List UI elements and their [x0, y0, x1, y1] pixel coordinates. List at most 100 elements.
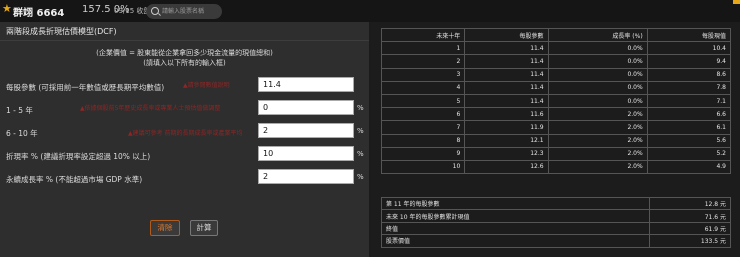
eps-label: 每股參數 (可採用前一年數值或歷長期平均數值): [6, 83, 165, 92]
dcf-form-panel: 兩階段成長折現估價模型(DCF) (企業價值 = 股東能從企業拿回多少現金流量的…: [0, 22, 369, 257]
table-cell: 2.0%: [547, 107, 648, 122]
table-cell: 3: [380, 67, 466, 82]
corner-marker: [733, 0, 740, 4]
table-row: 1 11.4 0.0% 10.4: [380, 41, 732, 56]
percent-unit: %: [357, 104, 364, 112]
summary-value: 61.9 元: [649, 221, 731, 236]
table-cell: 0.0%: [547, 80, 648, 95]
table-cell: 9: [380, 146, 466, 161]
table-cell: 8: [380, 133, 466, 148]
summary-value: 71.6 元: [649, 209, 731, 223]
table-cell: 2.0%: [547, 133, 648, 148]
discount-rate-label: 折現率 % (建議折現率設定超過 10% 以上): [6, 152, 151, 161]
table-cell: 11.4: [464, 93, 549, 109]
growth-6-10-note: ▲建議可參考 前期的長期成長率或產業平均: [128, 130, 243, 137]
table-cell: 7.8: [646, 80, 732, 95]
summary-label: 第 11 年的每股參數: [381, 196, 650, 211]
stock-name: 群翊 6664: [13, 8, 65, 19]
summary-table: 第 11 年的每股參數 12.8 元未來 10 年的每股參數累計現值 71.6 元終…: [381, 196, 731, 248]
table-cell: 11.9: [464, 120, 549, 135]
table-row: 2 11.4 0.0% 9.4: [380, 54, 732, 69]
table-cell: 7: [380, 120, 466, 135]
table-row: 9 12.3 2.0% 5.2: [380, 146, 732, 161]
search-input[interactable]: [162, 6, 218, 17]
summary-row: 股票價值 133.5 元: [381, 234, 731, 248]
results-panel: 未來十年 每股參數 成長率 (%) 每股現值 1 11.4 0.0% 10.4 2 11.…: [371, 22, 740, 257]
table-cell: 6: [380, 107, 466, 122]
table-row: 3 11.4 0.0% 8.6: [380, 67, 732, 82]
table-cell: 6.6: [646, 107, 732, 122]
growth-1-5-input[interactable]: [258, 100, 354, 115]
column-header: 成長率 (%): [547, 27, 648, 43]
discount-rate-input[interactable]: [258, 146, 354, 161]
table-cell: 12.1: [464, 133, 549, 148]
table-cell: 11.4: [464, 54, 549, 69]
growth-6-10-label: 6 - 10 年: [6, 129, 38, 138]
summary-row: 終值 61.9 元: [381, 221, 731, 236]
description-line: (企業價值 = 股東能從企業拿回多少現金流量的現值總和): [96, 49, 273, 57]
table-cell: 1: [380, 41, 466, 56]
summary-value: 12.8 元: [649, 196, 731, 211]
perpetual-growth-label: 永續成長率 % (不能超過市場 GDP 水準): [6, 175, 143, 184]
table-row: 6 11.6 2.0% 6.6: [380, 107, 732, 122]
table-cell: 11.4: [464, 41, 549, 56]
table-cell: 8.6: [646, 67, 732, 82]
table-header-row: 未來十年 每股參數 成長率 (%) 每股現值: [380, 27, 732, 43]
table-row: 8 12.1 2.0% 5.6: [380, 133, 732, 148]
summary-label: 未來 10 年的每股參數累計現值: [381, 209, 650, 223]
summary-label: 股票價值: [381, 234, 650, 248]
table-cell: 0.0%: [547, 67, 648, 82]
table-cell: 5.6: [646, 133, 732, 148]
panel-title: 兩階段成長折現估價模型(DCF): [6, 27, 117, 36]
eps-note: ▲請參閱數值說明: [183, 82, 230, 89]
table-cell: 2.0%: [547, 146, 648, 161]
table-cell: 12.6: [464, 159, 549, 175]
calculate-button[interactable]: 計算: [190, 220, 218, 236]
table-cell: 10.4: [646, 41, 732, 56]
table-cell: 10: [380, 159, 466, 175]
summary-value: 133.5 元: [649, 234, 731, 248]
divider: [0, 40, 369, 41]
table-cell: 11.4: [464, 80, 549, 95]
percent-unit: %: [357, 127, 364, 135]
top-bar: ★ 群翊 6664 157.5 0% 09/15 收盤價: [0, 0, 740, 22]
growth-6-10-input[interactable]: [258, 123, 354, 138]
summary-row: 未來 10 年的每股參數累計現值 71.6 元: [381, 209, 731, 223]
table-cell: 2.0%: [547, 120, 648, 135]
table-cell: 11.4: [464, 67, 549, 82]
table-row: 10 12.6 2.0% 4.9: [380, 159, 732, 175]
search-icon[interactable]: [151, 7, 159, 15]
growth-1-5-label: 1 - 5 年: [6, 106, 33, 115]
table-cell: 6.1: [646, 120, 732, 135]
table-cell: 2.0%: [547, 159, 648, 175]
table-row: 4 11.4 0.0% 7.8: [380, 80, 732, 95]
percent-unit: %: [357, 173, 364, 181]
table-cell: 2: [380, 54, 466, 69]
star-icon[interactable]: ★: [2, 3, 13, 14]
summary-row: 第 11 年的每股參數 12.8 元: [381, 196, 731, 211]
table-cell: 4: [380, 80, 466, 95]
table-cell: 0.0%: [547, 41, 648, 56]
table-cell: 5.2: [646, 146, 732, 161]
perpetual-growth-input[interactable]: [258, 169, 354, 184]
table-cell: 5: [380, 93, 466, 109]
eps-input[interactable]: [258, 77, 354, 92]
table-row: 5 11.4 0.0% 7.1: [380, 93, 732, 109]
percent-unit: %: [357, 150, 364, 158]
table-cell: 12.3: [464, 146, 549, 161]
table-cell: 0.0%: [547, 93, 648, 109]
table-cell: 11.6: [464, 107, 549, 122]
description-line: (請填入以下所有的輸入框): [143, 59, 226, 67]
search-box[interactable]: [146, 4, 222, 19]
table-row: 7 11.9 2.0% 6.1: [380, 120, 732, 135]
projection-table: 未來十年 每股參數 成長率 (%) 每股現值 1 11.4 0.0% 10.4 2 11.…: [380, 27, 732, 175]
table-cell: 4.9: [646, 159, 732, 175]
table-cell: 7.1: [646, 93, 732, 109]
column-header: 每股參數: [464, 27, 549, 43]
clear-button[interactable]: 清除: [150, 220, 180, 236]
column-header: 每股現值: [646, 27, 732, 43]
growth-1-5-note: ▲依據個股前5年歷史成長率或專業人士預估值做調整: [80, 105, 221, 112]
table-cell: 0.0%: [547, 54, 648, 69]
summary-label: 終值: [381, 221, 650, 236]
table-cell: 9.4: [646, 54, 732, 69]
